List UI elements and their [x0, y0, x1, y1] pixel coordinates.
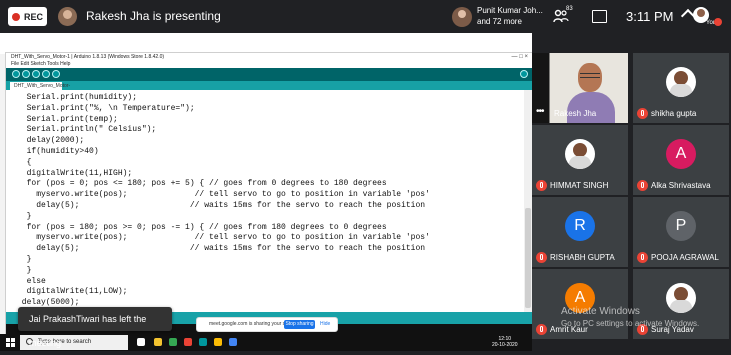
participant-tile-himmat-singh[interactable]: HIMMAT SINGH — [532, 125, 628, 195]
arduino-toolbar — [6, 68, 532, 81]
microphone-off-icon — [536, 324, 547, 335]
arduino-ide-window: DHT_With_Servo_Motor-1 | Arduino 1.8.13 … — [5, 52, 532, 335]
people-count: 83 — [566, 6, 573, 12]
serial-monitor-icon[interactable] — [520, 70, 528, 78]
new-file-icon[interactable] — [32, 70, 40, 78]
pooja-avatar: P — [666, 211, 696, 241]
participant-chip-avatar[interactable] — [452, 7, 472, 27]
active-sketch-tab[interactable]: DHT_With_Servo_Motor-1 — [10, 82, 70, 97]
record-dot-icon — [11, 12, 20, 21]
presenter-status: Rakesh Jha is presenting — [86, 9, 221, 23]
microphone-off-icon — [637, 252, 648, 263]
more-options-icon[interactable]: ••• — [536, 106, 544, 117]
participant-tile-pooja-agrawal[interactable]: P POOJA AGRAWAL — [633, 197, 729, 267]
participant-name: shikha gupta — [651, 109, 697, 118]
microphone-off-icon — [637, 180, 648, 191]
alka-avatar: A — [666, 139, 696, 169]
window-controls[interactable]: — □ × — [512, 53, 528, 61]
chrome-icon[interactable] — [169, 338, 177, 346]
presented-top-area — [0, 33, 532, 54]
file-explorer-icon[interactable] — [154, 338, 162, 346]
taskbar-blue-app-icon[interactable] — [229, 338, 237, 346]
participant-name: HIMMAT SINGH — [550, 181, 609, 190]
arduino-menu-bar[interactable]: File Edit Sketch Tools Help — [6, 61, 532, 68]
presenter-glasses — [580, 73, 600, 78]
meeting-time: 3:11 PM — [626, 9, 674, 24]
activate-windows-subtitle: Go to PC settings to activate Windows. — [561, 319, 700, 328]
microphone-off-icon — [536, 180, 547, 191]
taskbar-red-app-icon[interactable] — [184, 338, 192, 346]
scroll-thumb[interactable] — [525, 208, 531, 308]
chat-icon[interactable] — [592, 10, 607, 23]
taskbar-yellow-app-icon[interactable] — [214, 338, 222, 346]
microphone-off-icon — [637, 108, 648, 119]
participant-tile-rakesh-jha[interactable]: ••• Rakesh Jha — [532, 53, 628, 123]
participant-name: Alka Shrivastava — [651, 181, 711, 190]
participant-tile-alka-shrivastava[interactable]: A Alka Shrivastava — [633, 125, 729, 195]
stop-sharing-button[interactable]: Stop sharing — [284, 320, 315, 329]
meeting-topbar: REC Rakesh Jha is presenting Punit Kumar… — [0, 0, 731, 33]
hide-banner-button[interactable]: Hide — [320, 318, 330, 331]
arduino-title-bar: DHT_With_Servo_Motor-1 | Arduino 1.8.13 … — [6, 53, 532, 61]
microphone-off-icon — [536, 252, 547, 263]
microphone-off-icon — [714, 18, 722, 26]
participant-name: POOJA AGRAWAL — [651, 253, 719, 262]
save-file-icon[interactable] — [52, 70, 60, 78]
arduino-taskbar-icon[interactable] — [199, 338, 207, 346]
participant-chip-text[interactable]: Punit Kumar Joh... and 72 more — [477, 5, 543, 27]
presented-screen: DHT_With_Servo_Motor-1 | Arduino 1.8.13 … — [0, 33, 532, 351]
sketch-tab-strip: DHT_With_Servo_Motor-1 — [6, 81, 532, 97]
windows-taskbar: Type here to search 12:10 20-10-2020 — [0, 334, 532, 351]
task-view-icon[interactable] — [137, 338, 145, 346]
editor-scrollbar[interactable] — [524, 90, 532, 312]
participant-name: Rakesh Jha — [554, 109, 597, 118]
code-editor[interactable]: Serial.print(humidity); Serial.print("%,… — [6, 90, 524, 312]
system-clock-date: 20-10-2020 — [492, 342, 518, 348]
participant-chip-name: Punit Kumar Joh... — [477, 6, 543, 15]
shikha-avatar — [666, 67, 696, 97]
participant-chip-more: and 72 more — [477, 17, 522, 26]
presenter-shirt — [567, 92, 615, 123]
recording-label: REC — [23, 11, 43, 22]
system-clock: 12:10 20-10-2020 — [492, 336, 518, 348]
recording-badge: REC — [8, 7, 47, 26]
activate-windows-watermark: Activate Windows Go to PC settings to ac… — [561, 306, 699, 330]
participant-tile-shikha-gupta[interactable]: shikha gupta — [633, 53, 729, 123]
code-text[interactable]: Serial.print(humidity); Serial.print("%,… — [17, 93, 430, 309]
participant-grid: ••• Rakesh Jha shikha gupta HIMMAT SINGH… — [532, 33, 731, 351]
screen-share-banner: meet.google.com is sharing your screen S… — [196, 317, 338, 332]
windows-start-icon[interactable] — [6, 338, 15, 347]
participant-name: RISHABH GUPTA — [550, 253, 615, 262]
rishabh-avatar: R — [565, 211, 595, 241]
upload-icon[interactable] — [22, 70, 30, 78]
open-file-icon[interactable] — [42, 70, 50, 78]
meeting-notification-toast: Jai PrakashTiwari has left the meeting — [18, 307, 172, 348]
verify-icon[interactable] — [12, 70, 20, 78]
participant-tile-rishabh-gupta[interactable]: R RISHABH GUPTA — [532, 197, 628, 267]
activate-windows-title: Activate Windows — [561, 306, 640, 317]
himmat-avatar — [565, 139, 595, 169]
presenter-avatar — [58, 7, 77, 26]
